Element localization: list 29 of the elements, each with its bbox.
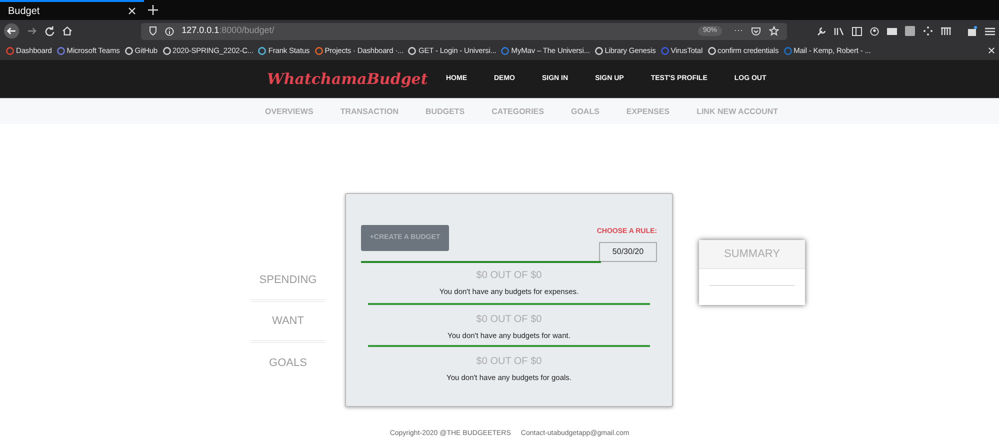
category-label: SPENDING bbox=[259, 272, 317, 288]
tab-title: Budget bbox=[8, 4, 40, 18]
new-tab-icon[interactable] bbox=[148, 5, 158, 15]
grid-icon[interactable] bbox=[941, 26, 951, 36]
budget-total: $0 OUT OF $0 bbox=[476, 354, 542, 368]
back-icon[interactable] bbox=[4, 23, 20, 39]
pocket-icon[interactable] bbox=[751, 26, 761, 36]
budget-total: $0 OUT OF $0 bbox=[476, 268, 542, 282]
page-actions-button[interactable]: ··· bbox=[734, 24, 743, 38]
category-label: WANT bbox=[272, 314, 304, 329]
menu-icon[interactable] bbox=[985, 26, 995, 36]
info-icon[interactable] bbox=[164, 26, 174, 36]
close-icon[interactable] bbox=[128, 7, 136, 15]
summary-title: SUMMARY bbox=[724, 246, 780, 262]
reload-icon[interactable] bbox=[44, 26, 54, 36]
star-icon[interactable] bbox=[769, 26, 779, 36]
budget-total: $0 OUT OF $0 bbox=[476, 312, 542, 326]
shield-icon[interactable] bbox=[148, 26, 157, 36]
home-icon[interactable] bbox=[62, 26, 73, 36]
category-label: GOALS bbox=[269, 356, 307, 372]
site-logo[interactable]: WhatchamaBudget bbox=[267, 68, 427, 90]
rule-field[interactable]: 50/30/20 bbox=[599, 242, 657, 262]
sidebar-icon[interactable] bbox=[852, 26, 862, 36]
account-icon[interactable] bbox=[870, 26, 879, 36]
library-icon[interactable] bbox=[834, 26, 844, 36]
close-icon[interactable] bbox=[988, 47, 995, 54]
forward-icon[interactable] bbox=[27, 26, 37, 36]
url-text: 127.0.0.1:8000/budget/ bbox=[182, 24, 274, 38]
wrench-icon[interactable] bbox=[817, 26, 826, 36]
